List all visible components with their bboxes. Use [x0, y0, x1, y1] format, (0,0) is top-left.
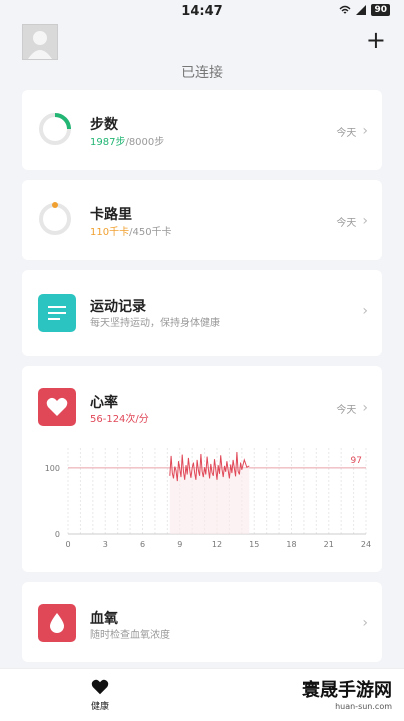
- chevron-right-icon: ›: [362, 123, 368, 139]
- status-icons: 90: [339, 4, 390, 16]
- steps-goal: /8000步: [125, 137, 165, 148]
- calories-title: 卡路里: [90, 207, 132, 223]
- heart-rate-date-link[interactable]: 今天 ›: [336, 400, 368, 416]
- chevron-right-icon: ›: [362, 303, 368, 319]
- user-silhouette-icon: [28, 31, 52, 59]
- avatar[interactable]: [22, 24, 58, 60]
- blood-oxygen-link[interactable]: ›: [362, 615, 368, 631]
- tab-health[interactable]: 健康: [78, 679, 122, 712]
- steps-values: 1987步/8000步: [90, 133, 164, 148]
- blood-drop-icon: [38, 604, 76, 642]
- wifi-icon: [339, 5, 351, 14]
- calories-card[interactable]: 卡路里 110千卡/450千卡 今天 ›: [22, 180, 382, 260]
- blood-oxygen-card[interactable]: 血氧 随时检查血氧浓度 ›: [22, 582, 382, 662]
- steps-card[interactable]: 步数 1987步/8000步 今天 ›: [22, 90, 382, 170]
- calories-date-link[interactable]: 今天 ›: [336, 213, 368, 229]
- x-tick-label: 0: [65, 540, 70, 549]
- add-device-button[interactable]: +: [366, 28, 386, 52]
- tab-health-label: 健康: [90, 702, 109, 712]
- calories-values: 110千卡/450千卡: [90, 223, 172, 238]
- x-tick-label: 21: [324, 540, 334, 549]
- calories-progress-ring: [39, 202, 71, 235]
- x-tick-label: 9: [177, 540, 182, 549]
- blood-oxygen-subtitle: 随时检查血氧浓度: [90, 630, 170, 641]
- watermark-logo: 寰晟手游网 huan-sun.com: [302, 680, 392, 711]
- y-tick-label: 100: [45, 464, 60, 473]
- steps-value: 1987步: [90, 137, 126, 148]
- heart-rate-range: 56-124次/分: [90, 414, 149, 425]
- calories-goal: /450千卡: [129, 227, 172, 238]
- heart-icon: [38, 388, 76, 426]
- list-icon: [38, 294, 76, 332]
- steps-title: 步数: [90, 117, 118, 133]
- blood-oxygen-title: 血氧: [90, 611, 118, 627]
- calories-value: 110千卡: [90, 227, 130, 238]
- exercise-link[interactable]: ›: [362, 303, 368, 319]
- chevron-right-icon: ›: [362, 615, 368, 631]
- battery-indicator: 90: [371, 4, 390, 16]
- x-tick-label: 15: [249, 540, 259, 549]
- x-tick-label: 6: [140, 540, 145, 549]
- reference-label: 97: [351, 456, 362, 466]
- steps-progress-ring: [39, 113, 71, 145]
- exercise-subtitle: 每天坚持运动，保持身体健康: [90, 318, 220, 329]
- heart-rate-chart: 0 100 0 3 6 9 12 15 18 21 24 97: [45, 448, 371, 549]
- x-tick-label: 12: [212, 540, 222, 549]
- calories-date: 今天: [336, 217, 357, 229]
- x-tick-label: 18: [286, 540, 296, 549]
- heart-icon: [91, 679, 109, 695]
- exercise-record-card[interactable]: 运动记录 每天坚持运动，保持身体健康 ›: [22, 270, 382, 356]
- chevron-right-icon: ›: [362, 400, 368, 416]
- steps-date: 今天: [336, 127, 357, 139]
- x-tick-label: 3: [103, 540, 108, 549]
- connection-status: 已连接: [181, 65, 223, 81]
- y-tick-label: 0: [55, 530, 60, 539]
- signal-icon: [356, 5, 367, 15]
- status-bar: 14:47 90: [0, 0, 404, 22]
- status-time: 14:47: [181, 3, 223, 19]
- heart-rate-date: 今天: [336, 404, 357, 416]
- steps-date-link[interactable]: 今天 ›: [336, 123, 368, 139]
- heart-rate-card[interactable]: 心率 56-124次/分 今天 › 0 100 0 3 6 9 12 15 18 21 24 97: [22, 366, 382, 572]
- exercise-title: 运动记录: [90, 299, 146, 315]
- chevron-right-icon: ›: [362, 213, 368, 229]
- x-tick-label: 24: [361, 540, 371, 549]
- heart-rate-title: 心率: [90, 395, 118, 411]
